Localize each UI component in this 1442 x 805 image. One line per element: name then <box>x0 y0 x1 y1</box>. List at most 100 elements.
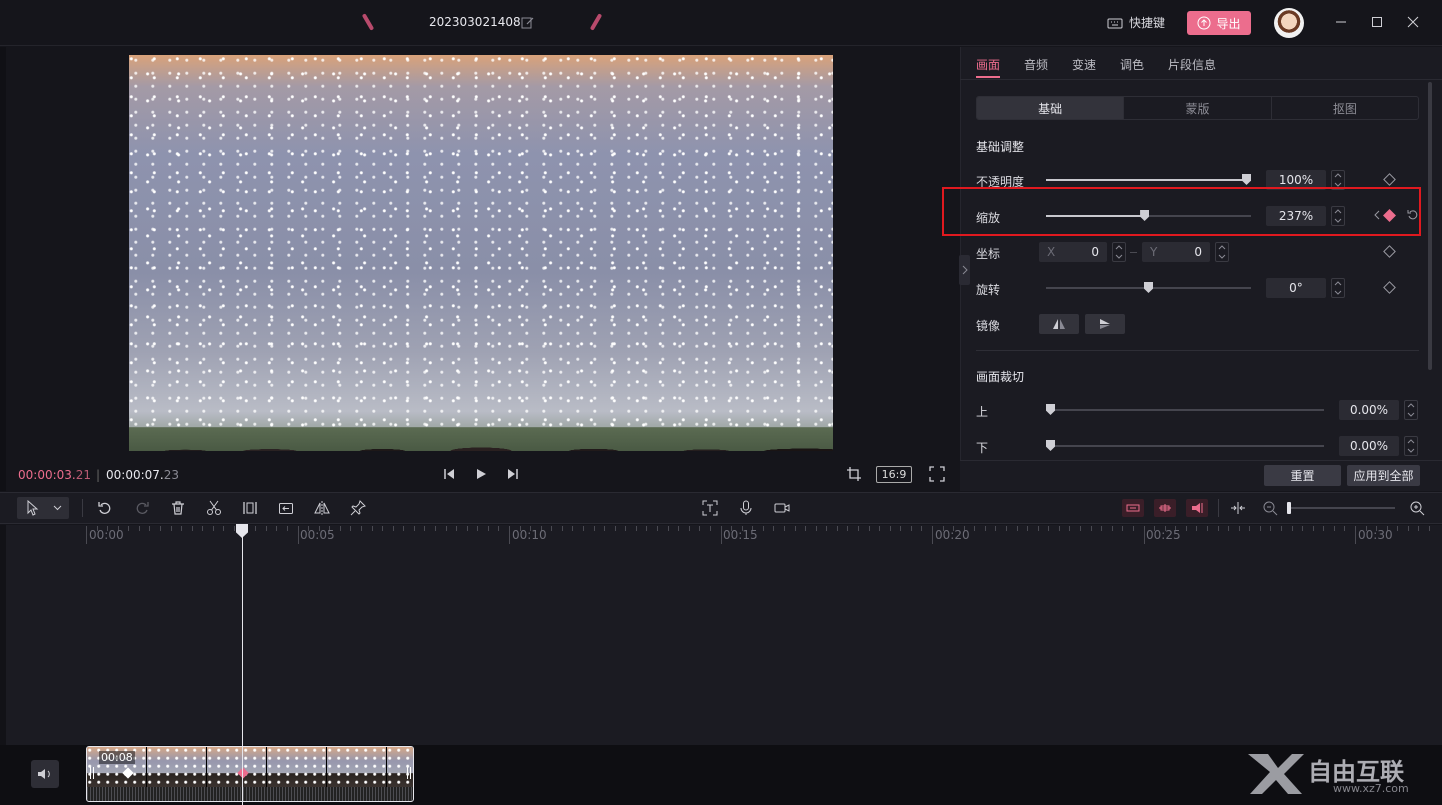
tab-picture[interactable]: 画面 <box>976 56 1000 73</box>
reset-keyframe-icon[interactable] <box>1407 209 1419 221</box>
linkage-button[interactable] <box>1154 499 1176 517</box>
ruler-minor-tick <box>255 526 256 531</box>
panel-scrollbar[interactable] <box>1428 82 1432 370</box>
snap-main-track-button[interactable] <box>1122 499 1144 517</box>
clip-thumbnail <box>147 747 207 787</box>
crop-icon[interactable] <box>846 466 862 482</box>
toolbar-divider <box>82 499 83 517</box>
user-avatar[interactable] <box>1274 8 1304 38</box>
ruler-minor-tick <box>615 526 616 531</box>
subtab-cutout[interactable]: 抠图 <box>1272 97 1418 119</box>
crop-top-slider[interactable] <box>1046 404 1324 415</box>
maximize-icon[interactable] <box>1369 14 1385 30</box>
rotation-slider[interactable] <box>1046 282 1251 293</box>
mirror-icon[interactable] <box>314 500 330 516</box>
fit-timeline-icon[interactable] <box>1230 500 1246 516</box>
crop-bottom-value-field[interactable]: 0.00% <box>1339 436 1399 456</box>
timeline-zoom-thumb[interactable] <box>1287 502 1291 514</box>
ruler-minor-tick <box>636 526 637 531</box>
scale-label: 缩放 <box>976 211 1001 225</box>
crop-bottom-stepper[interactable] <box>1404 436 1418 456</box>
scale-slider[interactable] <box>1046 210 1251 221</box>
shortcut-button[interactable]: 快捷键 <box>1107 14 1165 31</box>
split-icon[interactable] <box>242 500 258 516</box>
clip-left-handle[interactable] <box>90 767 94 779</box>
clip-thumbnail <box>327 747 387 787</box>
crop-top-value-field[interactable]: 0.00% <box>1339 400 1399 420</box>
ruler-major-tick <box>298 526 299 544</box>
crop-top-label: 上 <box>976 405 989 419</box>
fullscreen-icon[interactable] <box>929 466 945 482</box>
scissors-icon[interactable] <box>206 500 222 516</box>
minimize-icon[interactable] <box>1333 14 1349 30</box>
zoom-out-icon[interactable] <box>1262 500 1278 516</box>
position-y-stepper[interactable] <box>1215 242 1229 262</box>
tab-audio[interactable]: 音频 <box>1024 56 1048 73</box>
flip-horizontal-button[interactable] <box>1039 314 1079 334</box>
reset-button[interactable]: 重置 <box>1264 465 1341 486</box>
scale-value-field[interactable]: 237% <box>1266 206 1326 226</box>
preview-axis-button[interactable] <box>1186 499 1208 517</box>
close-icon[interactable] <box>1405 14 1421 30</box>
aspect-ratio-button[interactable]: 16:9 <box>876 466 912 483</box>
ruler-minor-tick <box>1418 526 1419 531</box>
ruler-minor-tick <box>858 526 859 531</box>
ruler-minor-tick <box>446 526 447 531</box>
ruler-minor-tick <box>795 526 796 531</box>
position-x-field[interactable]: X 0 <box>1039 242 1107 262</box>
ruler-major-tick <box>86 526 87 544</box>
opacity-slider[interactable] <box>1046 174 1251 185</box>
position-y-field[interactable]: Y 0 <box>1142 242 1210 262</box>
tab-clip-info[interactable]: 片段信息 <box>1168 56 1216 73</box>
previous-frame-icon[interactable] <box>441 466 457 482</box>
panel-collapse-handle[interactable] <box>959 255 970 285</box>
export-button[interactable]: 导出 <box>1187 11 1251 35</box>
microphone-icon[interactable] <box>738 500 754 516</box>
zoom-in-icon[interactable] <box>1409 500 1425 516</box>
timeline-zoom-slider[interactable] <box>1289 507 1395 509</box>
crop-top-stepper[interactable] <box>1404 400 1418 420</box>
redo-icon[interactable] <box>134 500 150 516</box>
ruler-minor-tick <box>382 526 383 531</box>
rotation-value-field[interactable]: 0° <box>1266 278 1326 298</box>
reverse-icon[interactable] <box>278 500 294 516</box>
edit-name-icon[interactable] <box>521 16 534 29</box>
ruler-minor-tick <box>995 526 996 531</box>
tab-color[interactable]: 调色 <box>1120 56 1144 73</box>
camera-record-icon[interactable] <box>774 500 790 516</box>
tab-speed[interactable]: 变速 <box>1072 56 1096 73</box>
undo-icon[interactable] <box>97 500 113 516</box>
next-frame-icon[interactable] <box>505 466 521 482</box>
playhead-line[interactable] <box>242 524 243 805</box>
ruler-minor-tick <box>1091 526 1092 531</box>
subtab-mask[interactable]: 蒙版 <box>1124 97 1272 119</box>
select-tool-button[interactable] <box>17 497 69 519</box>
pin-icon[interactable] <box>350 500 366 516</box>
ruler-major-tick <box>1144 526 1145 544</box>
chevron-down-icon <box>53 505 62 511</box>
play-icon[interactable] <box>473 466 489 482</box>
track-mute-button[interactable] <box>31 760 59 788</box>
position-x-stepper[interactable] <box>1112 242 1126 262</box>
clip-right-handle[interactable] <box>407 767 411 779</box>
prev-keyframe-icon[interactable] <box>1373 210 1381 220</box>
ruler-minor-tick <box>1207 526 1208 531</box>
crop-bottom-label: 下 <box>976 441 989 455</box>
text-recognition-icon[interactable] <box>702 500 718 516</box>
ruler-minor-tick <box>424 526 425 531</box>
delete-icon[interactable] <box>170 500 186 516</box>
video-preview[interactable] <box>129 55 833 451</box>
snap-icon <box>1126 504 1140 512</box>
rotation-stepper[interactable] <box>1331 278 1345 298</box>
project-name: 202303021408 <box>429 15 521 29</box>
apply-all-button[interactable]: 应用到全部 <box>1347 465 1420 486</box>
subtab-basic[interactable]: 基础 <box>977 97 1125 119</box>
mirror-label: 镜像 <box>976 319 1001 333</box>
scale-stepper[interactable] <box>1331 206 1345 226</box>
crop-bottom-slider[interactable] <box>1046 440 1324 451</box>
video-clip[interactable]: 00:08 <box>86 746 414 802</box>
ruler-minor-tick <box>477 526 478 531</box>
ruler-minor-tick <box>1239 526 1240 531</box>
ruler-minor-tick <box>572 526 573 531</box>
flip-vertical-button[interactable] <box>1085 314 1125 334</box>
